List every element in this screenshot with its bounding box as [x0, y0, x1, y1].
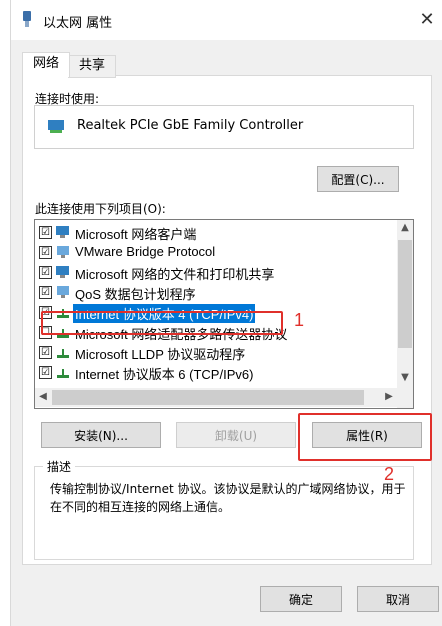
title-bar: 以太网 属性 ✕: [11, 0, 442, 40]
item-checkbox[interactable]: ☑: [39, 246, 52, 259]
horizontal-scroll-thumb[interactable]: [52, 390, 364, 405]
list-item[interactable]: ☑ Microsoft 网络的文件和打印机共享: [35, 262, 397, 282]
list-item[interactable]: ☑ VMware Bridge Protocol: [35, 242, 397, 262]
annotation-number-2: 2: [384, 464, 395, 484]
network-client-icon: [56, 266, 69, 278]
scroll-up-icon[interactable]: ▲: [397, 222, 413, 233]
list-item[interactable]: ☑ Microsoft 网络客户端: [35, 222, 397, 242]
annotation-box-2: [298, 413, 432, 461]
list-item[interactable]: ☑ Microsoft LLDP 协议驱动程序: [35, 342, 397, 362]
cancel-button[interactable]: 取消: [357, 586, 439, 612]
scroll-down-icon[interactable]: ▼: [397, 372, 413, 383]
tab-sharing[interactable]: 共享: [68, 55, 116, 78]
network-service-icon: [57, 286, 69, 298]
item-label: Internet 协议版本 6 (TCP/IPv6): [75, 367, 254, 382]
protocol-icon: [57, 369, 69, 378]
adapter-box: Realtek PCIe GbE Family Controller: [34, 105, 414, 149]
list-item[interactable]: ☑ QoS 数据包计划程序: [35, 282, 397, 302]
item-label: Microsoft LLDP 协议驱动程序: [75, 347, 246, 362]
description-text: 传输控制协议/Internet 协议。该协议是默认的广域网络协议，用于在不同的相…: [50, 482, 406, 514]
network-card-icon: [48, 120, 64, 133]
ok-button[interactable]: 确定: [260, 586, 342, 612]
scroll-right-icon[interactable]: ▶: [381, 391, 397, 402]
annotation-box-1: [41, 311, 283, 335]
protocol-icon: [57, 349, 69, 358]
tab-network[interactable]: 网络: [22, 52, 70, 77]
window-title: 以太网 属性: [43, 16, 113, 31]
horizontal-scrollbar[interactable]: ◀ ▶: [35, 388, 397, 407]
network-client-icon: [56, 226, 69, 238]
vertical-scrollbar[interactable]: ▲ ▼: [397, 220, 413, 388]
item-label: QoS 数据包计划程序: [75, 287, 196, 302]
item-checkbox[interactable]: ☑: [39, 226, 52, 239]
close-button[interactable]: ✕: [415, 8, 439, 32]
install-button[interactable]: 安装(N)...: [41, 422, 161, 448]
item-label: VMware Bridge Protocol: [75, 244, 216, 259]
network-service-icon: [57, 246, 69, 258]
item-checkbox[interactable]: ☑: [39, 266, 52, 279]
scroll-left-icon[interactable]: ◀: [35, 391, 51, 402]
list-item[interactable]: ☑ Internet 协议版本 6 (TCP/IPv6): [35, 362, 397, 382]
item-label: Microsoft 网络客户端: [75, 227, 197, 242]
adapter-name: Realtek PCIe GbE Family Controller: [77, 118, 304, 133]
items-label: 此连接使用下列项目(O):: [35, 202, 166, 216]
network-adapter-icon: [23, 11, 31, 27]
item-checkbox[interactable]: ☑: [39, 346, 52, 359]
item-label: Microsoft 网络的文件和打印机共享: [75, 267, 275, 282]
vertical-scroll-thumb[interactable]: [398, 240, 412, 348]
item-checkbox[interactable]: ☑: [39, 286, 52, 299]
uninstall-button[interactable]: 卸载(U): [176, 422, 296, 448]
description-title: 描述: [43, 458, 76, 475]
item-checkbox[interactable]: ☑: [39, 366, 52, 379]
annotation-number-1: 1: [294, 310, 305, 330]
scroll-corner: [397, 388, 413, 408]
configure-button[interactable]: 配置(C)...: [317, 166, 399, 192]
